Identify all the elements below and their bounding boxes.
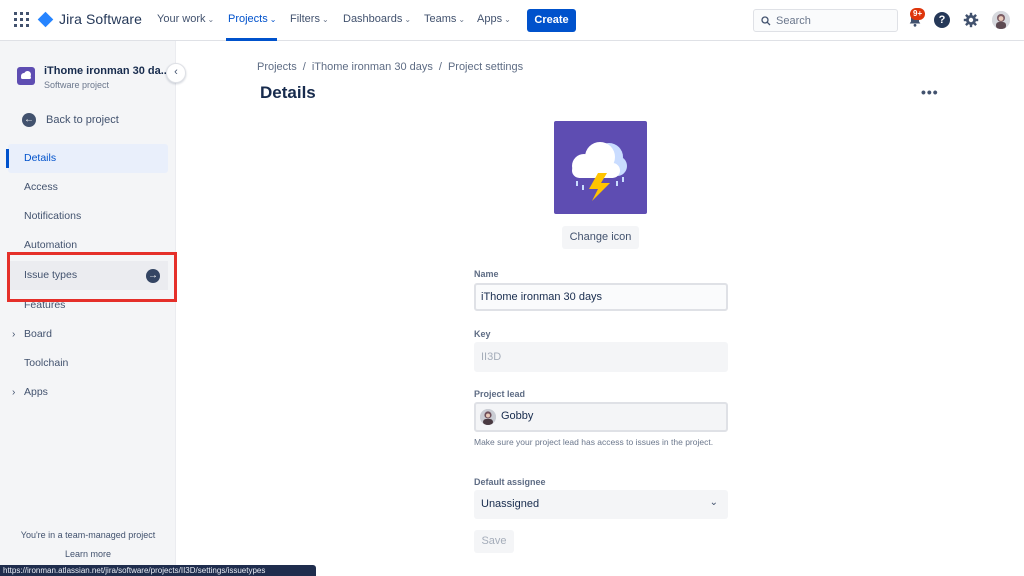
app-switcher-icon[interactable] [14, 12, 30, 28]
chevron-down-icon: ⌄ [321, 15, 329, 24]
back-to-project-label: Back to project [46, 114, 119, 126]
sidebar-item-label: Access [24, 181, 58, 193]
project-settings-sidebar: iThome ironman 30 da... Software project… [0, 41, 186, 576]
sidebar-item-details[interactable]: Details [6, 144, 168, 173]
nav-apps[interactable]: Apps ⌄ [477, 13, 511, 25]
breadcrumb-project-settings[interactable]: Project settings [448, 61, 523, 73]
nav-filters[interactable]: Filters ⌄ [290, 13, 329, 25]
name-field[interactable]: iThome ironman 30 days [474, 283, 728, 311]
project-avatar [554, 121, 647, 214]
gear-icon[interactable] [963, 12, 979, 28]
default-assignee-label: Default assignee [474, 477, 546, 487]
jira-logo[interactable]: Jira Software [37, 11, 142, 27]
breadcrumb-project[interactable]: iThome ironman 30 days [312, 61, 433, 73]
breadcrumb-separator: / [302, 61, 306, 73]
change-icon-button[interactable]: Change icon [562, 226, 639, 249]
name-label: Name [474, 269, 499, 279]
nav-projects[interactable]: Projects ⌄ [228, 13, 276, 25]
help-icon[interactable]: ? [934, 12, 950, 28]
product-name: Jira Software [59, 11, 142, 27]
default-assignee-value: Unassigned [481, 498, 540, 510]
project-type: Software project [44, 80, 110, 90]
search-icon [761, 16, 771, 26]
breadcrumb: Projects / iThome ironman 30 days / Project … [257, 61, 523, 73]
key-label: Key [474, 329, 491, 339]
status-bar-url: https://ironman.atlassian.net/jira/softw… [0, 565, 316, 576]
sidebar-item-access[interactable]: Access [8, 173, 168, 202]
project-name: iThome ironman 30 da... [44, 65, 170, 77]
avatar [480, 409, 496, 425]
save-button[interactable]: Save [474, 530, 514, 553]
chevron-down-icon: ⌄ [709, 497, 718, 508]
sidebar-item-label: Details [24, 152, 57, 164]
nav-your-work[interactable]: Your work ⌄ [157, 13, 214, 25]
highlight-annotation [7, 252, 177, 302]
sidebar-item-label: Toolchain [24, 357, 69, 369]
sidebar-item-label: Automation [24, 239, 78, 251]
chevron-down-icon: ⌄ [504, 15, 511, 24]
sidebar-item-label: Apps [24, 386, 48, 398]
learn-more-link[interactable]: Learn more [0, 549, 176, 559]
nav-teams[interactable]: Teams ⌄ [424, 13, 465, 25]
top-navigation: Jira Software Your work ⌄ Projects ⌄ Filte… [0, 0, 1024, 41]
sidebar-item-toolchain[interactable]: Toolchain [8, 349, 168, 378]
sidebar-item-board[interactable]: › Board [8, 320, 168, 349]
project-lead-value: Gobby [501, 410, 534, 422]
chevron-down-icon: ⌄ [269, 15, 277, 24]
jira-logo-icon [37, 11, 54, 27]
chevron-down-icon: ⌄ [458, 15, 466, 24]
arrow-left-icon: ← [22, 113, 36, 127]
active-nav-indicator [226, 38, 277, 41]
sidebar-item-apps[interactable]: › Apps [8, 378, 168, 407]
project-lead-helper: Make sure your project lead has access t… [474, 437, 714, 447]
chevron-down-icon: ⌄ [404, 15, 412, 24]
breadcrumb-separator: / [438, 61, 442, 73]
create-button[interactable]: Create [527, 9, 576, 32]
more-actions-button[interactable]: ••• [921, 84, 939, 100]
page-title: Details [260, 83, 316, 102]
project-lead-label: Project lead [474, 389, 526, 399]
default-assignee-select[interactable]: Unassigned ⌄ [474, 490, 728, 519]
project-icon [17, 67, 35, 85]
project-lead-field[interactable]: Gobby [474, 402, 728, 432]
sidebar-item-label: Notifications [24, 210, 82, 222]
chevron-left-icon: ‹ [174, 66, 178, 78]
breadcrumb-projects[interactable]: Projects [257, 61, 297, 73]
nav-dashboards[interactable]: Dashboards ⌄ [343, 13, 411, 25]
search-box[interactable] [753, 9, 898, 32]
chevron-down-icon: ⌄ [207, 15, 215, 24]
avatar[interactable] [992, 11, 1010, 29]
chevron-right-icon: › [12, 329, 16, 340]
notification-badge: 9+ [910, 8, 926, 20]
sidebar-item-label: Board [24, 328, 53, 340]
storm-cloud-icon [572, 142, 627, 201]
key-field: II3D [474, 342, 728, 372]
collapse-sidebar-button[interactable]: ‹ [166, 63, 186, 83]
back-to-project-link[interactable]: ← Back to project [22, 113, 119, 127]
chevron-right-icon: › [12, 387, 16, 398]
sidebar-item-notifications[interactable]: Notifications [8, 202, 168, 231]
storm-cloud-icon [21, 71, 31, 79]
team-managed-note: You're in a team-managed project [20, 530, 156, 540]
search-input[interactable] [776, 13, 894, 29]
